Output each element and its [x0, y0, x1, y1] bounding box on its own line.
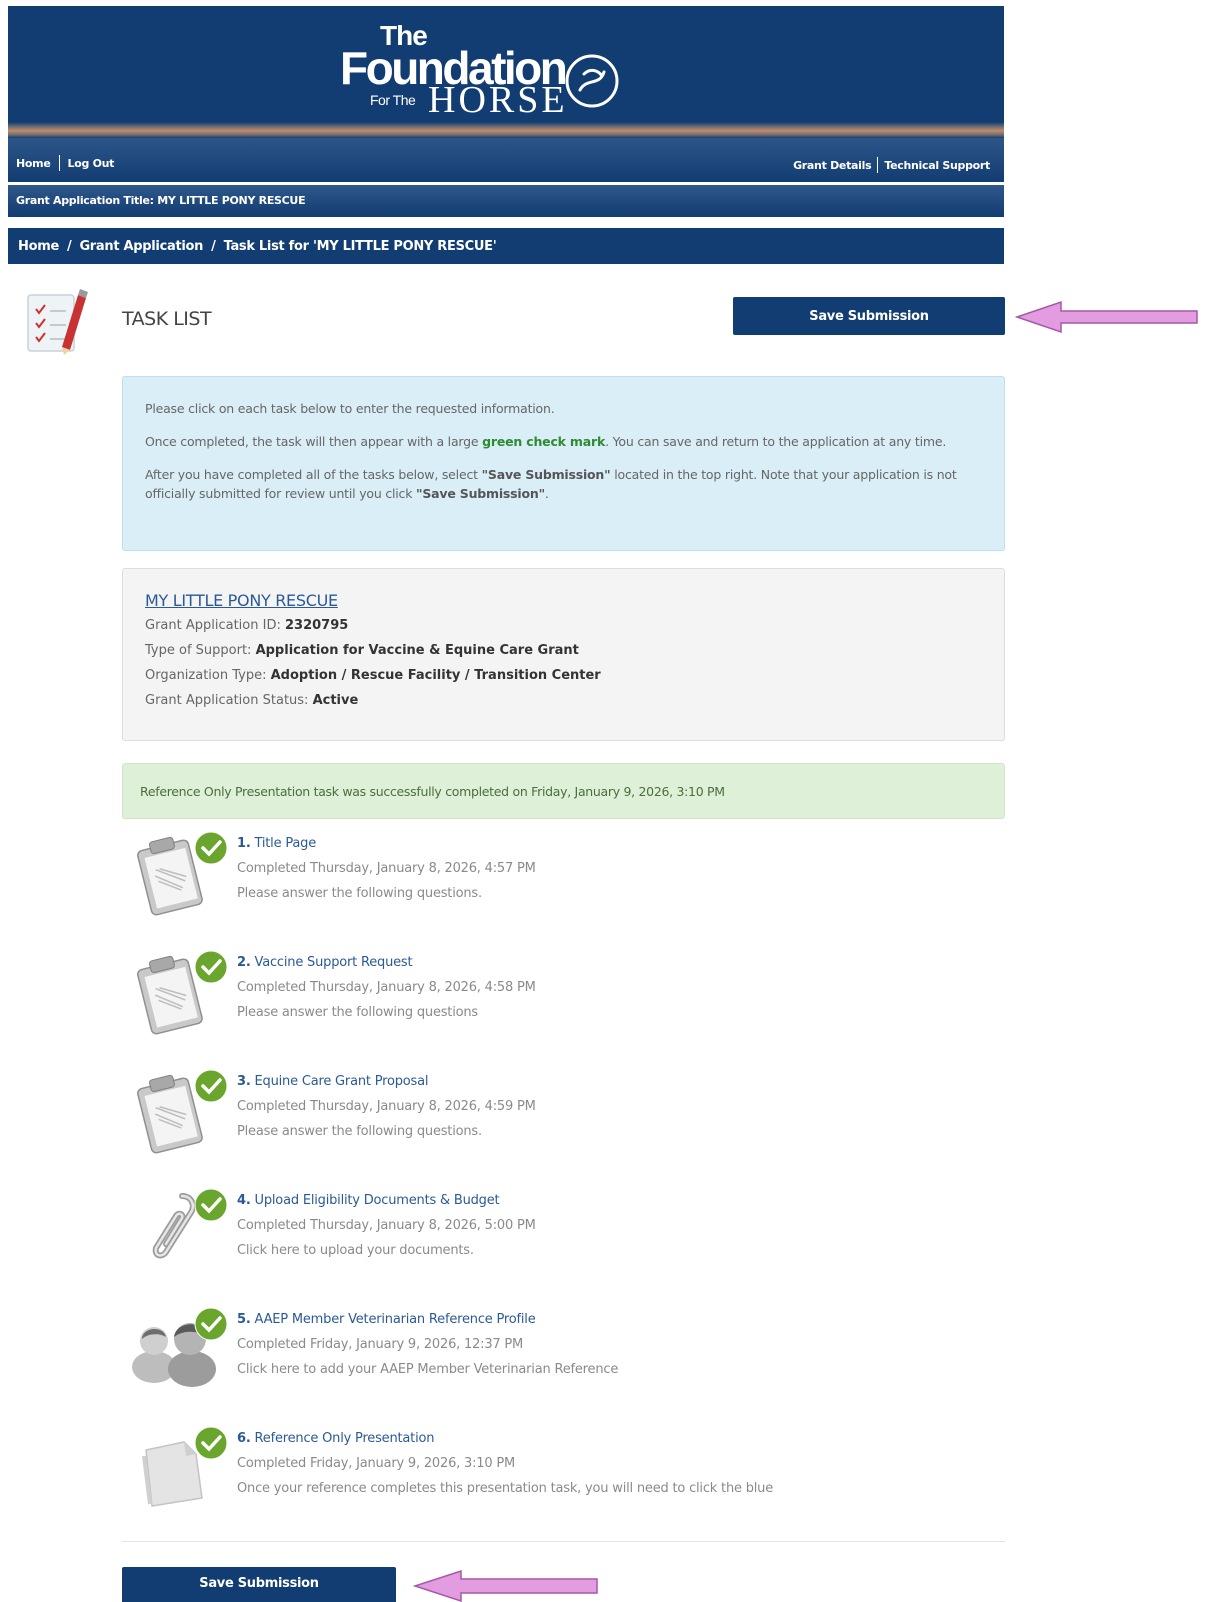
footer-divider [122, 1541, 1005, 1542]
task-completed-date: Completed Thursday, January 8, 2026, 4:5… [237, 980, 536, 995]
green-check-icon [194, 831, 228, 865]
task-item[interactable]: 1. Title Page Completed Thursday, Januar… [122, 831, 1005, 931]
save-submission-button-top[interactable]: Save Submission [733, 297, 1005, 335]
application-summary: MY LITTLE PONY RESCUE Grant Application … [122, 568, 1005, 741]
save-submission-button-bottom[interactable]: Save Submission [122, 1567, 396, 1602]
task-description: Click here to upload your documents. [237, 1243, 474, 1258]
page-title: TASK LIST [122, 308, 212, 330]
task-item[interactable]: 4. Upload Eligibility Documents & Budget… [122, 1188, 1005, 1288]
task-item[interactable]: 2. Vaccine Support Request Completed Thu… [122, 950, 1005, 1050]
green-check-icon [194, 1307, 228, 1341]
application-id-row: Grant Application ID: 2320795 [145, 618, 349, 633]
green-check-icon [194, 950, 228, 984]
application-status-row: Grant Application Status: Active [145, 693, 359, 708]
task-item[interactable]: 6. Reference Only Presentation Completed… [122, 1426, 1005, 1526]
organization-type: Adoption / Rescue Facility / Transition … [270, 668, 601, 683]
task-title-link[interactable]: 5. AAEP Member Veterinarian Reference Pr… [237, 1307, 618, 1332]
breadcrumb: Home / Grant Application / Task List for… [8, 228, 1004, 264]
success-alert: Reference Only Presentation task was suc… [122, 763, 1005, 819]
support-type-row: Type of Support: Application for Vaccine… [145, 643, 579, 658]
task-completed-date: Completed Thursday, January 8, 2026, 4:5… [237, 1099, 536, 1114]
instructions-box: Please click on each task below to enter… [122, 376, 1005, 551]
task-title-link[interactable]: 3. Equine Care Grant Proposal [237, 1069, 536, 1094]
green-check-mark-text: green check mark [482, 434, 606, 449]
breadcrumb-task-list: Task List for 'MY LITTLE PONY RESCUE' [223, 238, 497, 254]
banner-stripe [8, 122, 1004, 138]
task-completed-date: Completed Thursday, January 8, 2026, 5:0… [237, 1218, 536, 1233]
task-title-link[interactable]: 2. Vaccine Support Request [237, 950, 536, 975]
task-description: Please answer the following questions. [237, 1124, 482, 1139]
task-title-link[interactable]: 6. Reference Only Presentation [237, 1426, 773, 1451]
breadcrumb-separator: / [211, 238, 216, 254]
instruction-text: Please click on each task below to enter… [145, 401, 555, 416]
organization-type-row: Organization Type: Adoption / Rescue Fac… [145, 668, 601, 683]
task-completed-date: Completed Friday, January 9, 2026, 12:37… [237, 1337, 524, 1352]
nav-home-link[interactable]: Home [16, 157, 51, 170]
application-title-link[interactable]: MY LITTLE PONY RESCUE [145, 589, 982, 613]
task-completed-date: Completed Thursday, January 8, 2026, 4:5… [237, 861, 536, 876]
annotation-arrow-icon [1015, 300, 1198, 334]
logo-for-the: For The [370, 92, 416, 108]
foundation-logo: The Foundation For The HORSE [340, 20, 640, 120]
task-completed-date: Completed Friday, January 9, 2026, 3:10 … [237, 1456, 515, 1471]
breadcrumb-separator: / [66, 238, 72, 254]
green-check-icon [194, 1188, 228, 1222]
task-description: Once your reference completes this prese… [237, 1481, 774, 1496]
checklist-pencil-icon [27, 289, 88, 355]
task-item[interactable]: 5. AAEP Member Veterinarian Reference Pr… [122, 1307, 1005, 1407]
breadcrumb-grant-application[interactable]: Grant Application [79, 239, 203, 254]
task-title-link[interactable]: 1. Title Page [237, 831, 536, 856]
instruction-text: Once completed, the task will then appea… [145, 434, 483, 449]
grant-title-bar: Grant Application Title: MY LITTLE PONY … [8, 185, 1004, 217]
instruction-text: . [544, 486, 549, 501]
save-submission-reference: "Save Submission" [416, 486, 545, 501]
nav-technical-support-link[interactable]: Technical Support [884, 159, 990, 172]
save-submission-reference: "Save Submission" [481, 467, 611, 482]
annotation-arrow-icon [413, 1569, 598, 1602]
green-check-icon [194, 1426, 228, 1460]
task-title-link[interactable]: 4. Upload Eligibility Documents & Budget [237, 1188, 536, 1213]
logo-horse: HORSE [428, 79, 568, 121]
breadcrumb-home[interactable]: Home [18, 239, 59, 254]
task-item[interactable]: 3. Equine Care Grant Proposal Completed … [122, 1069, 1005, 1169]
instruction-text: . You can save and return to the applica… [605, 434, 947, 449]
task-description: Please answer the following questions [237, 1005, 478, 1020]
nav-divider [58, 155, 60, 171]
instruction-text: After you have completed all of the task… [145, 467, 482, 482]
nav-divider [877, 157, 879, 173]
application-status: Active [312, 693, 359, 708]
nav-grant-details-link[interactable]: Grant Details [793, 159, 872, 172]
task-description: Please answer the following questions. [237, 886, 482, 901]
grant-title-label: Grant Application Title: [16, 194, 154, 207]
application-id: 2320795 [284, 618, 349, 633]
horse-head-logo-icon [565, 54, 619, 108]
green-check-icon [194, 1069, 228, 1103]
grant-title-value: MY LITTLE PONY RESCUE [157, 194, 306, 207]
task-description: Click here to add your AAEP Member Veter… [237, 1362, 619, 1377]
support-type: Application for Vaccine & Equine Care Gr… [255, 643, 579, 658]
top-nav: Home Log Out Grant Details Technical Sup… [8, 138, 1004, 182]
nav-logout-link[interactable]: Log Out [68, 157, 115, 170]
